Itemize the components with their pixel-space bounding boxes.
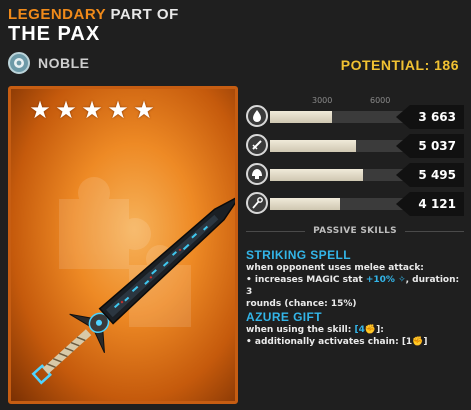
skill-trigger: when using the skill: [4✊]: bbox=[246, 324, 464, 336]
item-card[interactable]: ★ ★ ★ ★ ★ bbox=[8, 86, 238, 404]
stat-value: 3 663 bbox=[396, 105, 464, 129]
skill-trigger-text: when using the skill: bbox=[246, 325, 355, 335]
item-name: THE PAX bbox=[8, 23, 101, 45]
stat-bar-fill bbox=[270, 111, 333, 123]
flame-drop-icon bbox=[246, 105, 268, 127]
stat-row-magic: 4 121 bbox=[246, 192, 464, 216]
divider bbox=[404, 230, 465, 232]
skill-ref: [4 bbox=[354, 325, 365, 335]
skill-chance: rounds (chance: 15%) bbox=[246, 299, 357, 309]
scale-label-3000: 3000 bbox=[312, 96, 333, 105]
skill-effect-text: • increases MAGIC stat bbox=[246, 275, 366, 285]
stat-bar-track bbox=[270, 111, 406, 123]
fist-icon: ✊ bbox=[364, 325, 377, 335]
part-of-label: PART OF bbox=[110, 6, 179, 23]
magic-staff-icon bbox=[246, 192, 268, 214]
stat-row-attack: 5 037 bbox=[246, 134, 464, 158]
skill-effect-end: ] bbox=[423, 337, 428, 347]
skill-name: STRIKING SPELL bbox=[246, 248, 351, 262]
sword-icon bbox=[31, 195, 235, 385]
stat-row-defense: 5 495 bbox=[246, 163, 464, 187]
passive-skills-title: PASSIVE SKILLS bbox=[313, 226, 397, 236]
stat-value: 4 121 bbox=[396, 192, 464, 216]
skill-name: AZURE GIFT bbox=[246, 310, 322, 324]
lion-head-icon bbox=[8, 52, 30, 74]
sword-swing-icon bbox=[246, 134, 268, 156]
class-label: NOBLE bbox=[38, 55, 90, 71]
potential-label: POTENTIAL: 186 bbox=[340, 57, 459, 73]
fist-icon: ✊ bbox=[412, 337, 424, 347]
stat-bar-track bbox=[270, 140, 406, 152]
stat-value: 5 037 bbox=[396, 134, 464, 158]
skill-effect: • increases MAGIC stat +10% ✧, duration:… bbox=[246, 274, 464, 298]
stat-row-damage: 3 663 bbox=[246, 105, 464, 129]
skill-effect: • additionally activates chain: [1✊] bbox=[246, 336, 464, 348]
stat-bar-fill bbox=[270, 169, 364, 181]
stat-bar-fill bbox=[270, 140, 356, 152]
passive-skills-header: PASSIVE SKILLS bbox=[246, 226, 465, 236]
divider bbox=[246, 230, 306, 232]
skill-azure-gift: AZURE GIFT when using the skill: [4✊]: •… bbox=[246, 310, 464, 348]
skill-effect-bonus: +10% bbox=[365, 275, 399, 285]
magic-staff-icon: ✧ bbox=[398, 275, 406, 285]
stat-bar-fill bbox=[270, 198, 341, 210]
item-header: LEGENDARY PART OF THE PAX bbox=[8, 6, 179, 45]
item-subtitle: LEGENDARY PART OF bbox=[8, 6, 179, 23]
scale-label-6000: 6000 bbox=[370, 96, 391, 105]
class-row: NOBLE bbox=[8, 52, 90, 74]
skill-ref-end: ]: bbox=[376, 325, 384, 335]
skill-effect-text: • additionally activates chain: [1 bbox=[246, 337, 413, 347]
skill-striking-spell: STRIKING SPELL when opponent uses melee … bbox=[246, 248, 464, 310]
stat-bar-track bbox=[270, 169, 406, 181]
stat-bar-track bbox=[270, 198, 406, 210]
skill-trigger: when opponent uses melee attack: bbox=[246, 263, 424, 273]
stat-value: 5 495 bbox=[396, 163, 464, 187]
helmet-icon bbox=[246, 163, 268, 185]
rarity-label: LEGENDARY bbox=[8, 6, 106, 23]
